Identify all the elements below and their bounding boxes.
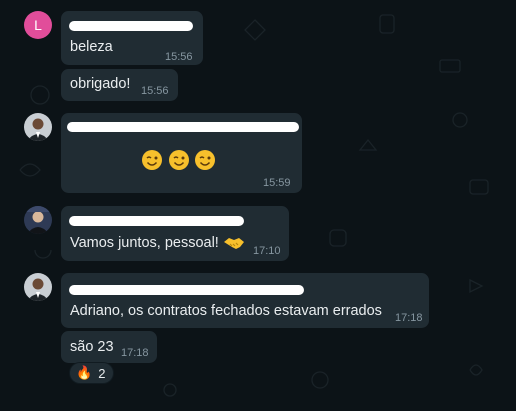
- avatar[interactable]: [24, 113, 52, 141]
- message-bubble[interactable]: obrigado! 15:56: [61, 69, 178, 101]
- message-bubble[interactable]: são 23 17:18: [61, 331, 157, 363]
- redacted-sender-name: [69, 21, 193, 31]
- person-photo-icon: [24, 113, 52, 141]
- winking-face-emoji: [195, 150, 215, 170]
- message-timestamp: 17:18: [121, 347, 149, 359]
- message-bubble[interactable]: Vamos juntos, pessoal! 17:10: [61, 206, 289, 261]
- avatar[interactable]: [24, 206, 52, 234]
- handshake-emoji: [224, 238, 244, 249]
- message-timestamp: 15:59: [263, 177, 291, 189]
- message-text: beleza: [70, 39, 113, 55]
- message-timestamp: 17:18: [395, 312, 423, 324]
- person-photo-icon: [24, 273, 52, 301]
- reaction-count: 2: [98, 365, 106, 381]
- reaction-pill[interactable]: 🔥 2: [69, 362, 114, 384]
- redacted-sender-name: [69, 285, 304, 295]
- avatar[interactable]: L: [24, 11, 52, 39]
- redacted-sender-name: [69, 216, 244, 226]
- fire-emoji: 🔥: [76, 365, 93, 380]
- message-text: Vamos juntos, pessoal!: [70, 235, 219, 251]
- message-bubble[interactable]: Adriano, os contratos fechados estavam e…: [61, 273, 429, 328]
- winking-face-emoji: [169, 150, 189, 170]
- person-photo-icon: [24, 206, 52, 234]
- message-timestamp: 15:56: [141, 85, 169, 97]
- message-text: Adriano, os contratos fechados estavam e…: [70, 303, 382, 319]
- message-text: obrigado!: [70, 76, 131, 92]
- message-bubble[interactable]: 15:59: [61, 113, 302, 193]
- redacted-sender-name: [67, 122, 299, 132]
- winking-face-emoji: [142, 150, 162, 170]
- avatar-letter: L: [34, 17, 42, 33]
- avatar[interactable]: [24, 273, 52, 301]
- message-timestamp: 17:10: [253, 245, 281, 257]
- message-timestamp: 15:56: [165, 51, 193, 63]
- message-bubble[interactable]: beleza 15:56: [61, 11, 203, 65]
- message-text: são 23: [70, 339, 114, 355]
- chat-panel[interactable]: L beleza 15:56 obrigado! 15:56 15:59 Vam…: [0, 0, 516, 411]
